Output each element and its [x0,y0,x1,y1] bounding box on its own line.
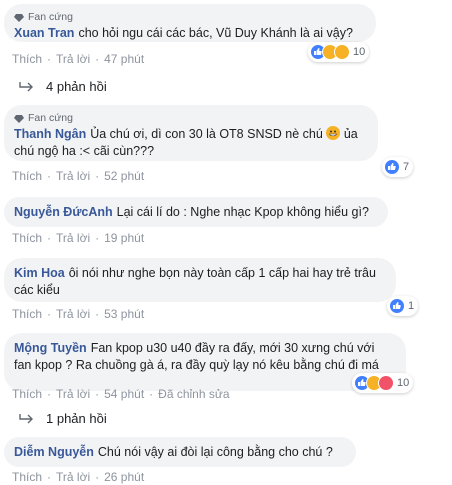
comment-text: ôi nói như nghe bọn này toàn cấp 1 cấp h… [14,266,376,297]
comment-author[interactable]: Kim Hoa [14,266,65,280]
reaction-count: 10 [353,46,366,58]
fan-badge: Fan cứng [14,11,364,24]
comment-actions: Thích · Trả lời · 54 phút · Đã chỉnh sửa [12,387,230,401]
comment-bubble: Nguyễn ĐứcAnh Lại cái lí do : Nghe nhạc K… [4,197,388,227]
comment-actions: Thích · Trả lời · 52 phút [12,169,145,183]
fan-badge-label: Fan cứng [28,11,73,23]
reply-link[interactable]: Trả lời [56,231,90,245]
comment-author[interactable]: Xuan Tran [14,26,74,40]
reaction-count: 7 [403,161,410,173]
comment-author[interactable]: Diễm Nguyễn [14,445,94,459]
reply-link[interactable]: Trả lời [56,470,90,484]
edited-label[interactable]: Đã chỉnh sửa [158,387,229,401]
like-link[interactable]: Thích [12,307,42,321]
comment-bubble: Fan cứng Xuan Tran cho hỏi ngu cái các bá… [4,4,376,42]
comment-actions: Thích · Trả lời · 47 phút [12,52,145,66]
comment-author[interactable]: Nguyễn ĐứcAnh [14,205,113,219]
comment-author[interactable]: Mộng Tuyền [14,341,87,355]
sad-reaction-icon [334,44,350,60]
reply-arrow-icon [19,81,33,91]
diamond-icon [14,114,24,123]
comment-actions: Thích · Trả lời · 53 phút [12,307,145,321]
comment-time[interactable]: 52 phút [104,169,144,183]
comment-bubble: Diễm Nguyễn Chú nói vậy ai đòi lại công b… [4,437,356,467]
comment-author[interactable]: Thanh Ngân [14,127,86,141]
reply-link[interactable]: Trả lời [56,52,90,66]
comment-text: Ủa chú ơi, dì con 30 là OT8 SNSD nè chú [90,127,323,141]
reaction-summary[interactable]: 1 [387,296,419,316]
reaction-count: 1 [408,300,415,312]
comment-actions: Thích · Trả lời · 19 phút [12,231,145,245]
replies-label[interactable]: 1 phản hồi [46,411,107,426]
comment-time[interactable]: 47 phút [104,52,144,66]
view-replies[interactable]: 1 phản hồi [18,411,107,426]
grinning-emoji-icon [326,126,341,140]
reply-arrow-icon [19,413,33,423]
like-reaction-icon [389,298,405,314]
comment-text: Lại cái lí do : Nghe nhạc Kpop không hiể… [116,205,369,219]
reply-link[interactable]: Trả lời [56,307,90,321]
comment-time[interactable]: 19 phút [104,231,144,245]
like-link[interactable]: Thích [12,387,42,401]
reply-link[interactable]: Trả lời [56,169,90,183]
like-link[interactable]: Thích [12,52,42,66]
comment-bubble: Mộng Tuyền Fan kpop u30 u40 đầy ra đấy, m… [4,333,406,391]
like-link[interactable]: Thích [12,231,42,245]
comment-time[interactable]: 26 phút [104,470,144,484]
fan-badge-label: Fan cứng [28,112,73,124]
reaction-summary[interactable]: 7 [382,157,414,177]
comment-time[interactable]: 54 phút [104,387,144,401]
love-reaction-icon [378,375,394,391]
like-link[interactable]: Thích [12,169,42,183]
comment-text: Chú nói vậy ai đòi lại công bằng cho chú… [97,445,333,459]
reaction-count: 10 [397,377,410,389]
comment-bubble: Kim Hoa ôi nói như nghe bọn này toàn cấp … [4,258,396,302]
reply-link[interactable]: Trả lời [56,387,90,401]
like-reaction-icon [384,159,400,175]
fan-badge: Fan cứng [14,112,366,125]
comment-text: cho hỏi ngu cái các bác, Vũ Duy Khánh là… [78,26,353,40]
reaction-summary[interactable]: 10 [352,373,414,393]
replies-label[interactable]: 4 phản hồi [46,79,107,94]
like-link[interactable]: Thích [12,470,42,484]
comment-time[interactable]: 53 phút [104,307,144,321]
comment-actions: Thích · Trả lời · 26 phút [12,470,145,484]
comment-bubble: Fan cứng Thanh Ngân Ủa chú ơi, dì con 30 … [4,105,378,161]
view-replies[interactable]: 4 phản hồi [18,79,107,94]
reaction-summary[interactable]: 10 [308,42,370,62]
diamond-icon [14,13,24,22]
